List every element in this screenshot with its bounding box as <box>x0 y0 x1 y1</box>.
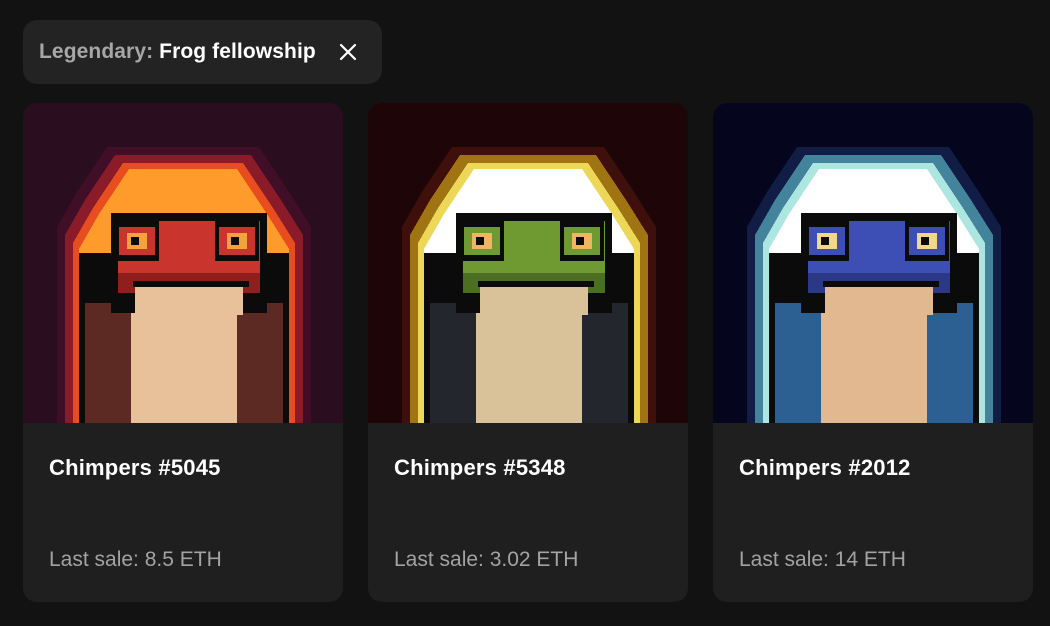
filter-chip-text: Legendary: Frog fellowship <box>39 40 316 64</box>
close-icon[interactable] <box>336 40 360 64</box>
filter-chip[interactable]: Legendary: Frog fellowship <box>23 20 382 84</box>
nft-grid: Chimpers #5045 Last sale: 8.5 ETH Chimpe… <box>23 103 1033 602</box>
filter-value: Frog fellowship <box>159 40 316 63</box>
nft-last-sale: Last sale: 14 ETH <box>739 548 906 571</box>
nft-last-sale: Last sale: 8.5 ETH <box>49 548 222 571</box>
nft-image <box>713 103 1033 423</box>
nft-title: Chimpers #2012 <box>739 455 911 480</box>
nft-image <box>23 103 343 423</box>
nft-art <box>713 103 1033 423</box>
nft-last-sale: Last sale: 3.02 ETH <box>394 548 579 571</box>
nft-card[interactable]: Chimpers #5045 Last sale: 8.5 ETH <box>23 103 343 602</box>
nft-art <box>23 103 343 423</box>
nft-title: Chimpers #5045 <box>49 455 221 480</box>
nft-title: Chimpers #5348 <box>394 455 566 480</box>
nft-card[interactable]: Chimpers #2012 Last sale: 14 ETH <box>713 103 1033 602</box>
nft-art <box>368 103 688 423</box>
nft-card[interactable]: Chimpers #5348 Last sale: 3.02 ETH <box>368 103 688 602</box>
nft-image <box>368 103 688 423</box>
filter-label: Legendary: <box>39 40 154 63</box>
